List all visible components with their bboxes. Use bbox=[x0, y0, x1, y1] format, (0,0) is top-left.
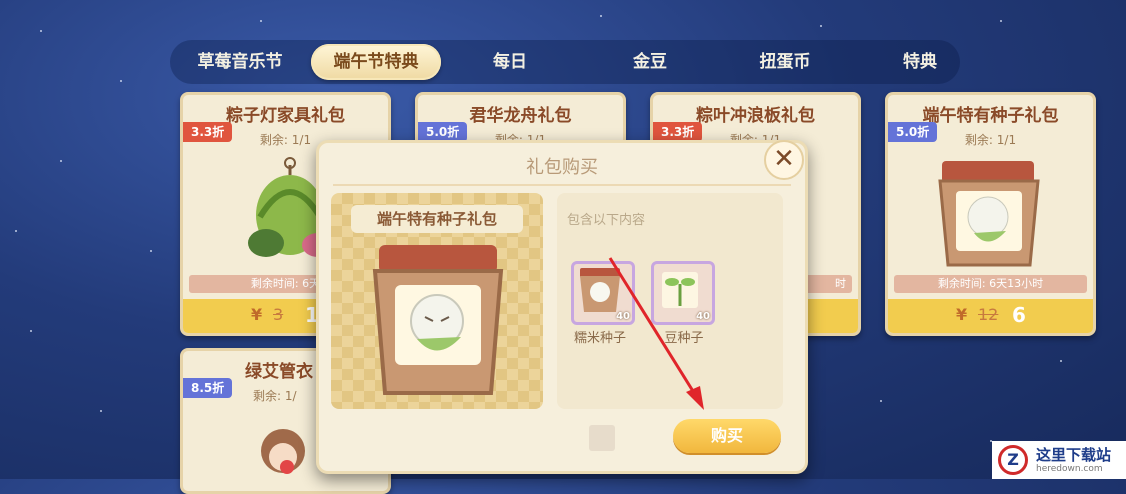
bean-sprout-icon bbox=[662, 272, 698, 308]
item-slot[interactable]: 40 bbox=[571, 261, 635, 325]
dialog-title: 礼包购买 bbox=[526, 157, 598, 178]
item-name: 糯米种子 bbox=[573, 331, 626, 346]
contents-label: 包含以下内容 bbox=[567, 213, 646, 228]
currency-symbol: ¥ bbox=[251, 305, 263, 324]
pack-name: 端午特有种子礼包 bbox=[351, 205, 523, 233]
seed-bag-icon bbox=[372, 245, 504, 395]
tab-special[interactable]: 特典 bbox=[880, 44, 960, 80]
watermark-logo: Z 这里下载站 heredown.com bbox=[992, 441, 1126, 479]
countdown-timer: 剩余时间: 6天13小时 bbox=[894, 275, 1087, 293]
tab-gacha-coins[interactable]: 扭蛋币 bbox=[740, 44, 830, 80]
original-price: 12 bbox=[978, 305, 999, 324]
placeholder-block bbox=[589, 425, 615, 451]
purchase-dialog: 礼包购买 端午特有种子礼包 包含以下内容 40 糯米种子 40 豆种子 购买 bbox=[316, 140, 808, 474]
item-count: 40 bbox=[616, 311, 630, 322]
tab-daily[interactable]: 每日 bbox=[470, 44, 550, 80]
price-bar[interactable]: ¥ 12 6 bbox=[888, 299, 1093, 333]
original-price: 3 bbox=[273, 305, 284, 324]
divider bbox=[333, 184, 791, 186]
seed-bag-icon bbox=[938, 161, 1040, 267]
close-button[interactable]: ✕ bbox=[764, 140, 804, 180]
tab-dragon-boat-special[interactable]: 端午节特典 bbox=[311, 44, 441, 80]
discount-badge: 8.5折 bbox=[183, 378, 233, 398]
gift-pack-card[interactable]: 端午特有种子礼包 5.0折 剩余: 1/1 剩余时间: 6天13小时 ¥ 12 … bbox=[885, 92, 1096, 336]
tab-gold-beans[interactable]: 金豆 bbox=[610, 44, 690, 80]
item-name: 豆种子 bbox=[664, 331, 704, 346]
buy-button[interactable]: 购买 bbox=[673, 419, 781, 453]
pack-preview-panel: 端午特有种子礼包 bbox=[331, 193, 543, 409]
pack-contents-panel: 包含以下内容 40 糯米种子 40 豆种子 bbox=[557, 193, 783, 409]
item-slot[interactable]: 40 bbox=[651, 261, 715, 325]
watermark-url: heredown.com bbox=[1036, 464, 1103, 474]
rice-seed-icon bbox=[580, 268, 620, 312]
watermark-title: 这里下载站 bbox=[1036, 446, 1112, 464]
currency-symbol: ¥ bbox=[956, 305, 968, 324]
remaining-count: 剩余: 1/1 bbox=[964, 133, 1017, 147]
sale-price: 6 bbox=[1012, 303, 1026, 327]
tab-strawberry-festival[interactable]: 草莓音乐节 bbox=[180, 44, 300, 80]
doll-icon bbox=[261, 429, 305, 474]
logo-mark: Z bbox=[998, 445, 1028, 475]
item-count: 40 bbox=[696, 311, 710, 322]
